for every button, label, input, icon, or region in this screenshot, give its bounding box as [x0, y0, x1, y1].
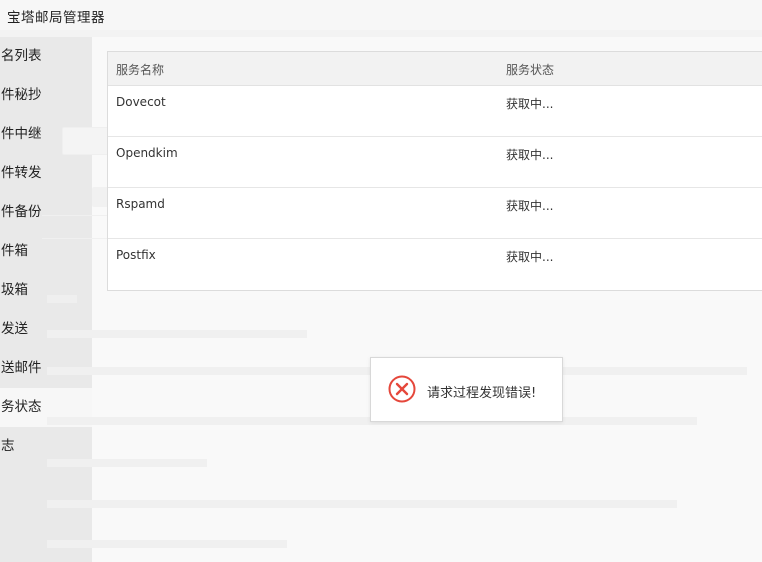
background-text-line	[47, 330, 307, 338]
service-name: Rspamd	[116, 197, 165, 211]
main-panel: 服务名称 服务状态 Dovecot 获取中... Opendkim 获取中...…	[42, 37, 762, 562]
table-row: Rspamd 获取中...	[108, 188, 762, 239]
app-title: 宝塔邮局管理器	[7, 10, 105, 26]
background-text-line	[47, 459, 207, 467]
service-name: Postfix	[116, 248, 156, 262]
table-row: Postfix 获取中...	[108, 239, 762, 290]
service-name: Opendkim	[116, 146, 178, 160]
service-status: 获取中...	[506, 250, 554, 264]
service-status: 获取中...	[506, 148, 554, 162]
sidebar-item-forward[interactable]: 件转发	[0, 154, 92, 193]
sidebar: 名列表 件秘抄 件中继 件转发 件备份 件箱 圾箱 发送 送邮件 务状态 志	[0, 37, 92, 562]
header-service-name: 服务名称	[116, 63, 165, 77]
service-status-table: 服务名称 服务状态 Dovecot 获取中... Opendkim 获取中...…	[107, 51, 762, 291]
window-titlebar: 宝塔邮局管理器	[0, 0, 762, 30]
service-status: 获取中...	[506, 97, 554, 111]
background-text-line	[47, 295, 77, 303]
background-text-line	[47, 500, 677, 508]
table-header: 服务名称 服务状态	[108, 52, 762, 86]
background-text-line	[47, 540, 287, 548]
header-service-status: 服务状态	[506, 63, 555, 77]
table-row: Opendkim 获取中...	[108, 137, 762, 188]
table-row: Dovecot 获取中...	[108, 86, 762, 137]
service-name: Dovecot	[116, 95, 166, 109]
sidebar-item-bcc[interactable]: 件秘抄	[0, 76, 92, 115]
error-toast: 请求过程发现错误!	[370, 357, 563, 422]
service-status: 获取中...	[506, 199, 554, 213]
sidebar-item-domain-list[interactable]: 名列表	[0, 37, 92, 76]
sidebar-item-junk[interactable]: 圾箱	[0, 271, 92, 310]
error-circle-x-icon	[388, 375, 416, 403]
toast-message: 请求过程发现错误!	[427, 386, 537, 401]
